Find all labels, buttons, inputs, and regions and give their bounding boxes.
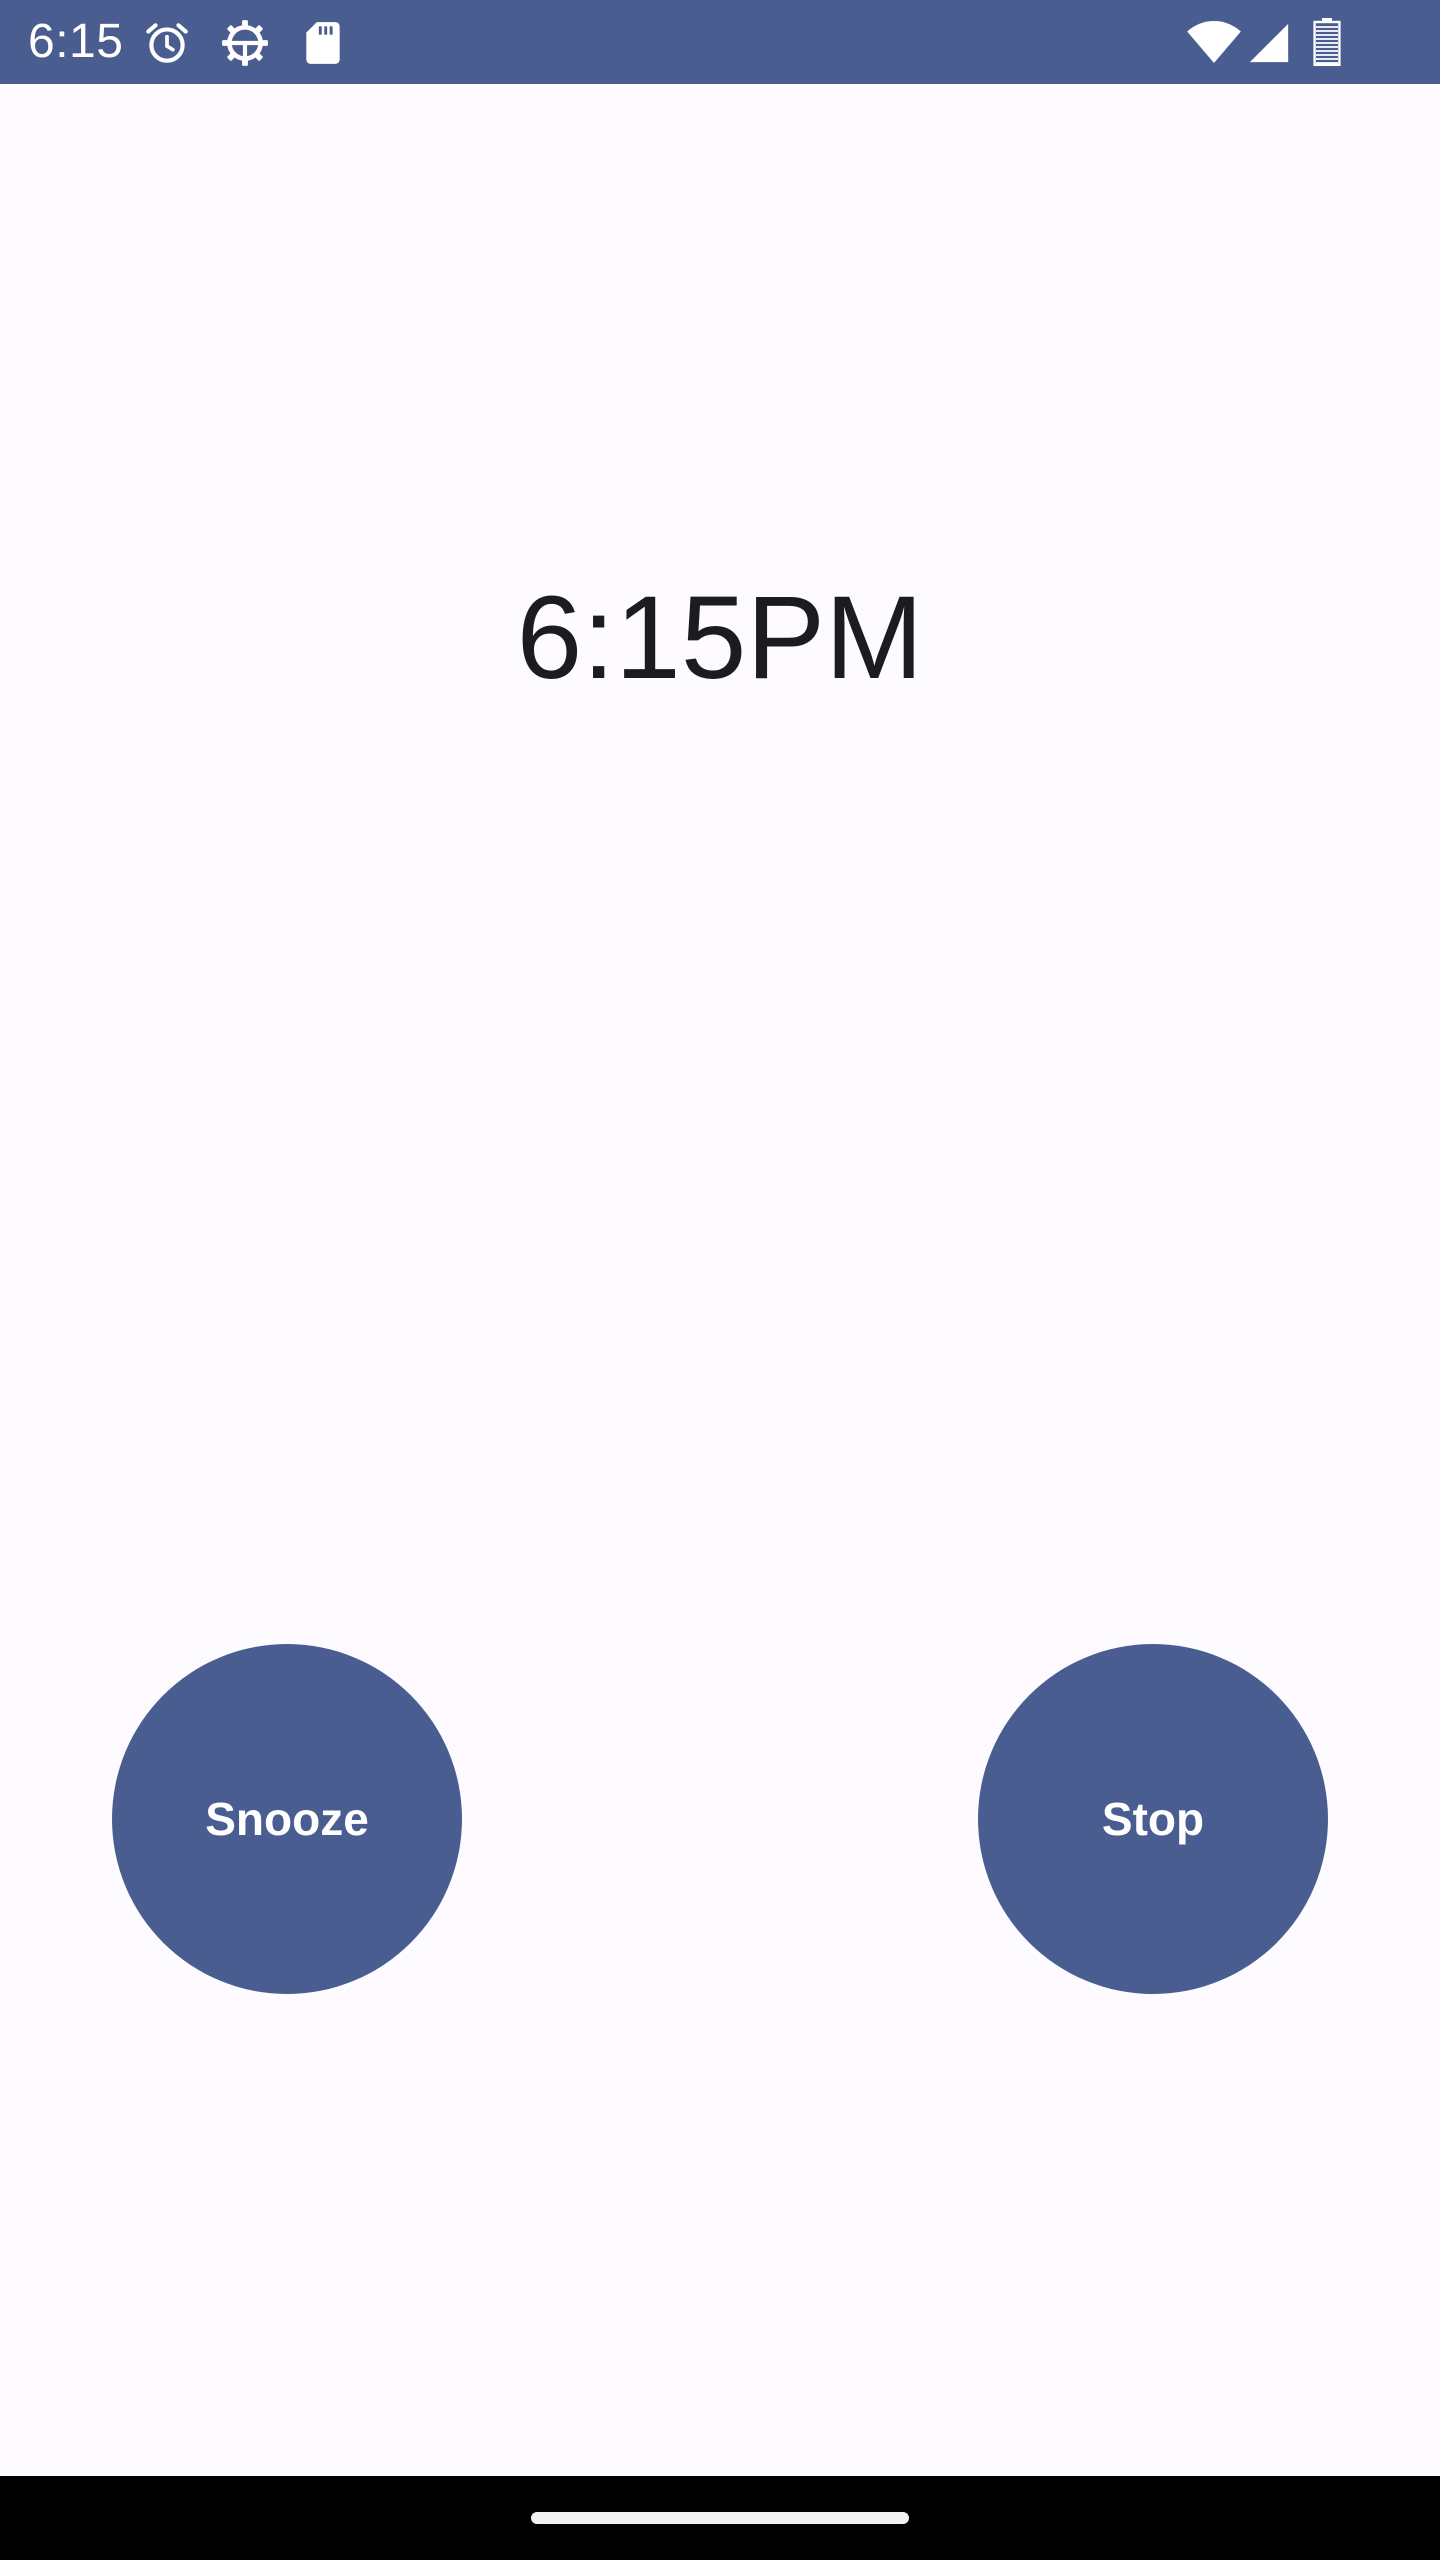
home-gesture-handle[interactable]	[531, 2512, 909, 2524]
alarm-clock-icon	[142, 18, 192, 68]
cell-signal-icon	[1246, 20, 1292, 66]
alarm-time: 6:15PM	[516, 572, 924, 704]
sd-card-icon	[298, 18, 348, 68]
status-bar-time: 6:15	[28, 15, 124, 68]
navigation-bar	[0, 2476, 1440, 2560]
stop-button[interactable]: Stop	[978, 1644, 1328, 1994]
wifi-icon	[1186, 18, 1242, 66]
battery-icon	[1312, 18, 1342, 66]
settings-gear-icon	[220, 18, 270, 68]
status-bar: 6:15	[0, 0, 1440, 84]
snooze-button[interactable]: Snooze	[112, 1644, 462, 1994]
